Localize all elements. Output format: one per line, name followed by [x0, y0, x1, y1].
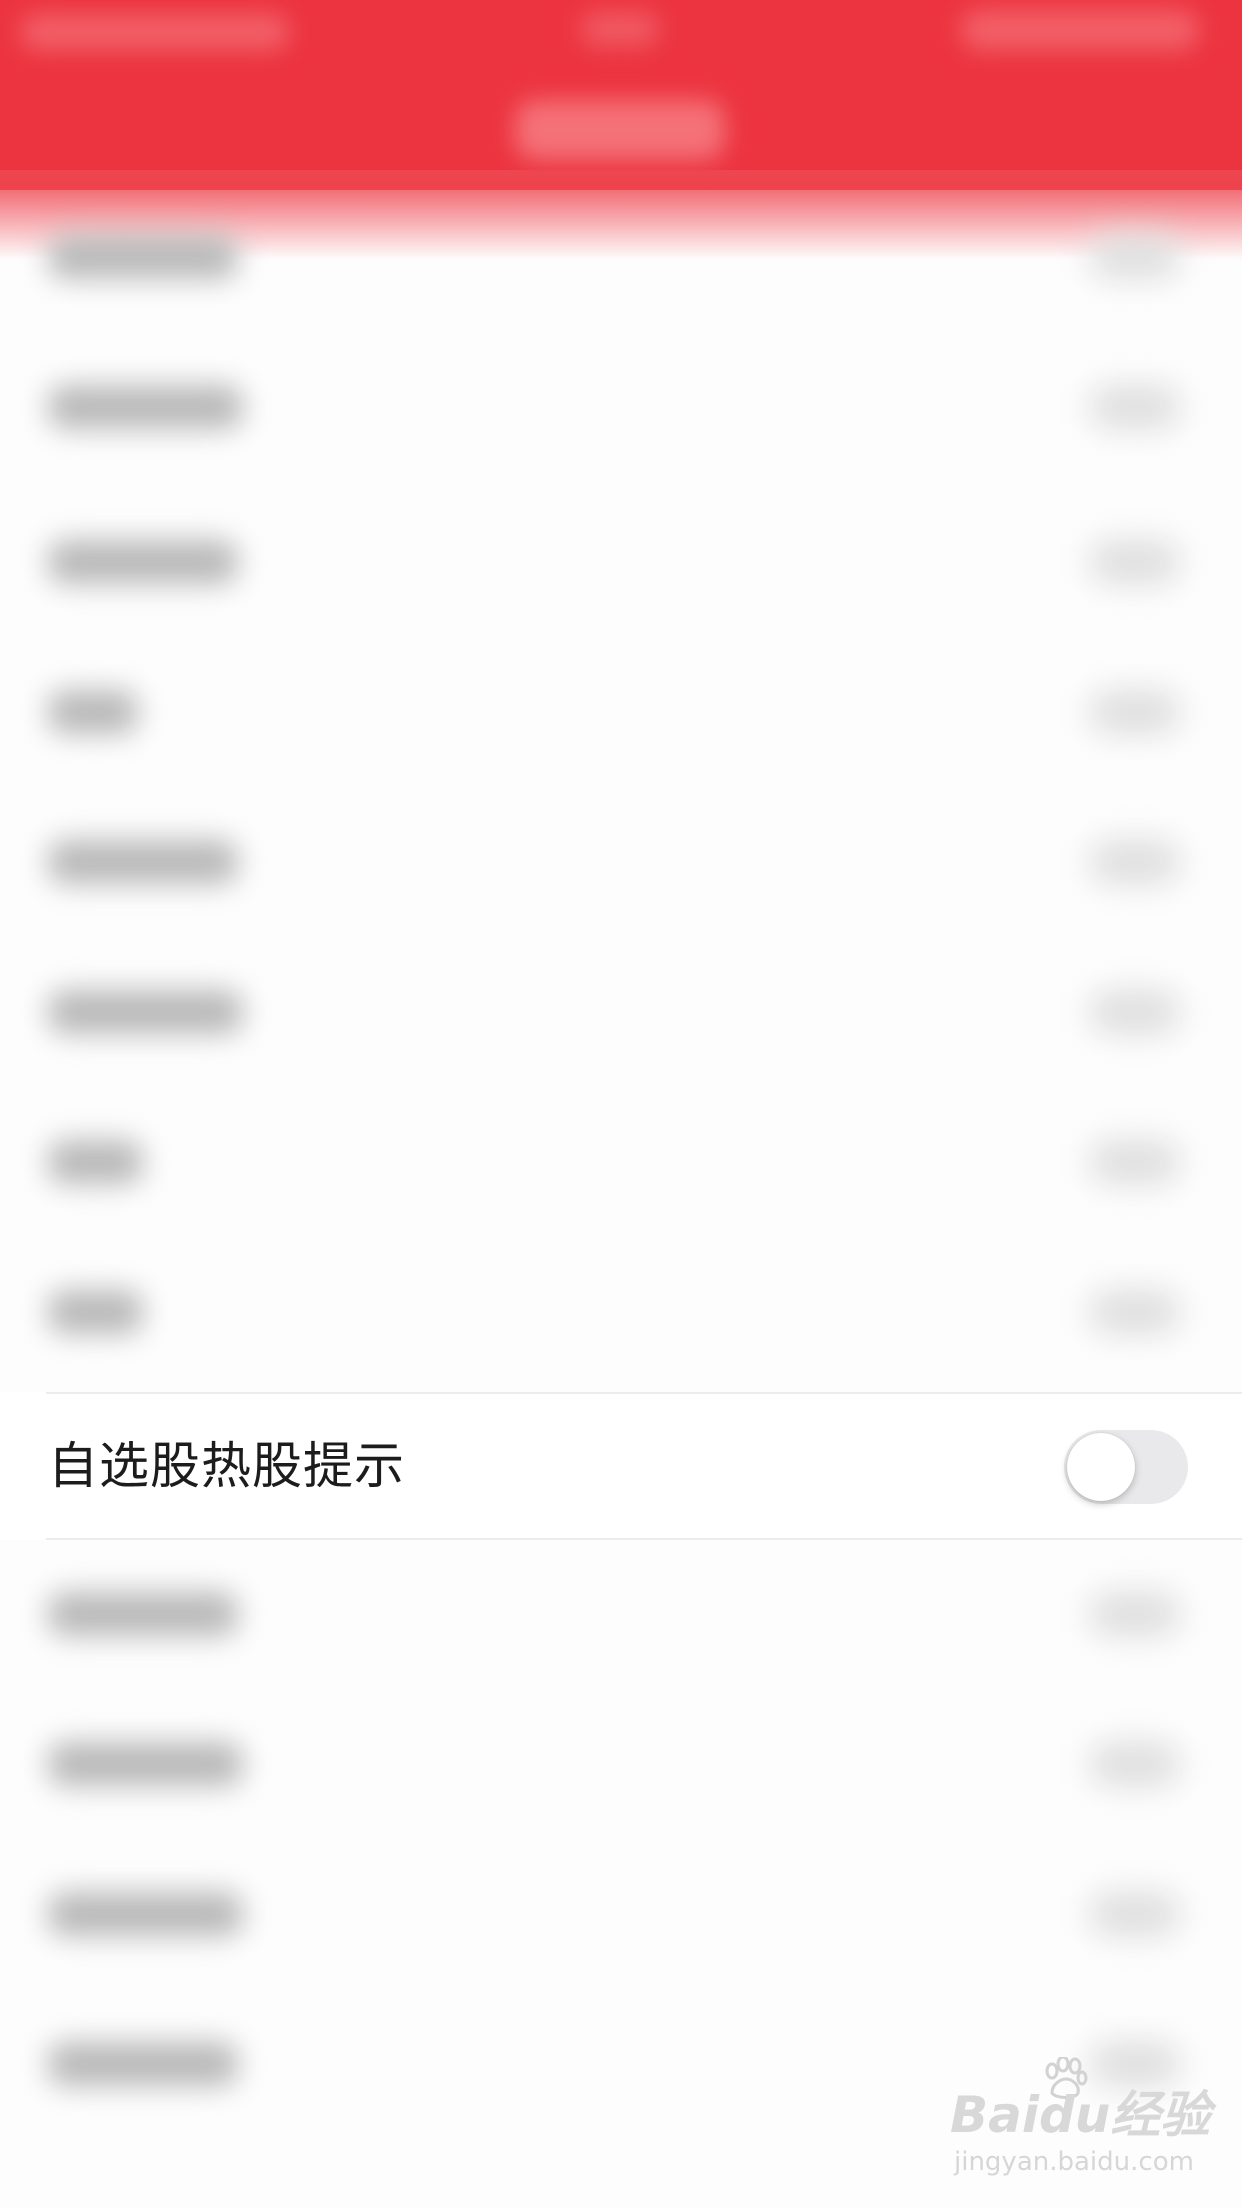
row-control: [1090, 540, 1180, 584]
row-control: [1090, 1742, 1180, 1786]
status-bar-left: [20, 14, 290, 50]
row-label: [48, 1290, 143, 1334]
row-label: [48, 235, 238, 279]
watermark-logo: Baidu经验: [950, 2086, 1211, 2144]
row-label: [48, 840, 238, 884]
settings-row[interactable]: [0, 940, 1242, 1090]
settings-row[interactable]: [0, 640, 1242, 790]
nav-title: [515, 100, 725, 160]
row-label: 自选股热股提示: [48, 1437, 405, 1495]
row-control: [1090, 840, 1180, 884]
toggle-knob: [1067, 1433, 1135, 1501]
hot-stock-alert-toggle[interactable]: [1064, 1430, 1188, 1504]
row-control: [1090, 990, 1180, 1034]
row-label: [48, 540, 238, 584]
row-control: [1090, 1140, 1180, 1184]
row-label: [48, 1140, 143, 1184]
row-control: [1090, 235, 1180, 279]
settings-row[interactable]: [0, 335, 1242, 485]
row-control: [1090, 690, 1180, 734]
row-label: [48, 385, 243, 429]
settings-row[interactable]: [0, 185, 1242, 335]
row-label: [48, 2042, 238, 2086]
settings-row[interactable]: [0, 1240, 1242, 1390]
settings-row[interactable]: [0, 1692, 1242, 1842]
row-divider: [46, 1392, 1242, 1394]
row-label: [48, 690, 138, 734]
row-label: [48, 990, 243, 1034]
nav-bar: [0, 0, 1242, 190]
row-label: [48, 1892, 243, 1936]
row-label: [48, 1592, 238, 1636]
settings-row[interactable]: [0, 790, 1242, 940]
settings-row[interactable]: [0, 490, 1242, 640]
status-bar-right: [960, 10, 1200, 50]
status-bar-time: [580, 12, 660, 46]
watermark-url: jingyan.baidu.com: [954, 2147, 1194, 2177]
settings-row[interactable]: [0, 1842, 1242, 1992]
row-label: [48, 1742, 243, 1786]
baidu-jingyan-watermark: Baidu经验 jingyan.baidu.com: [950, 2057, 1210, 2185]
settings-row-hot-stock-alert[interactable]: 自选股热股提示: [0, 1392, 1242, 1540]
row-control: [1090, 385, 1180, 429]
row-control: [1090, 1290, 1180, 1334]
settings-row[interactable]: [0, 1542, 1242, 1692]
row-control: [1090, 1892, 1180, 1936]
row-control: [1090, 1592, 1180, 1636]
screen: 自选股热股提示 Baidu经验 jingyan.baidu.com: [0, 0, 1242, 2208]
row-divider: [46, 1538, 1242, 1540]
settings-row[interactable]: [0, 1090, 1242, 1240]
